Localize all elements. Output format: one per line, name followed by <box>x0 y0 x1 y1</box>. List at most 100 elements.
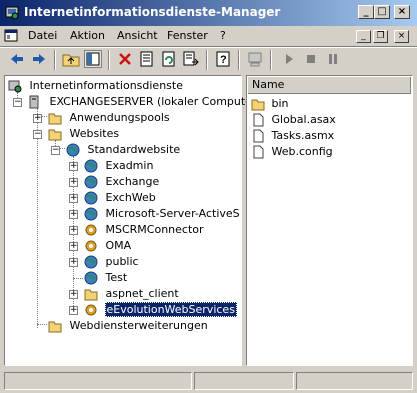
toolbar-separator <box>108 50 110 70</box>
tree-item-default-site[interactable]: Standardwebsite <box>66 142 180 158</box>
tree-label: ExchWeb <box>105 191 156 204</box>
tree-item-eevolution[interactable]: eEvolutionWebServices <box>84 302 237 318</box>
expand-toggle[interactable]: + <box>69 226 78 235</box>
gear-icon <box>84 239 98 253</box>
expand-toggle[interactable]: + <box>33 114 42 123</box>
expand-toggle[interactable]: + <box>69 242 78 251</box>
up-folder-icon[interactable] <box>62 50 80 68</box>
tree-label-selected: eEvolutionWebServices <box>104 302 237 317</box>
expand-toggle[interactable]: + <box>69 210 78 219</box>
tree-item-app-pools[interactable]: Anwendungspools <box>48 110 170 126</box>
tree-label: MSCRMConnector <box>105 223 204 236</box>
globe-icon <box>84 255 98 269</box>
menu-aktion[interactable]: Aktion <box>70 29 105 42</box>
tree-item-mscrmconnector[interactable]: MSCRMConnector <box>84 222 204 238</box>
child-close-button[interactable]: × <box>394 30 409 43</box>
minimize-button[interactable]: _ <box>358 5 374 19</box>
folder-icon <box>251 97 265 111</box>
expand-toggle[interactable]: + <box>69 178 78 187</box>
gear-icon <box>84 303 98 317</box>
forward-arrow-icon[interactable] <box>30 50 48 68</box>
globe-icon <box>84 191 98 205</box>
list-item-label: Web.config <box>271 145 333 158</box>
expand-toggle[interactable]: + <box>69 162 78 171</box>
app-icon[interactable] <box>5 5 20 20</box>
toolbar-separator <box>270 50 272 70</box>
computer-icon[interactable] <box>246 50 264 68</box>
menu-fenster[interactable]: Fenster <box>167 29 208 42</box>
menu-datei[interactable]: Datei <box>28 29 57 42</box>
svg-text:?: ? <box>220 54 227 66</box>
tree-item-oma[interactable]: OMA <box>84 238 131 254</box>
tree-item-exadmin[interactable]: Exadmin <box>84 158 153 174</box>
tree-connector <box>37 108 38 328</box>
tree-item-extensions[interactable]: Webdiensterweiterungen <box>48 318 208 334</box>
list-item-label: Tasks.asmx <box>271 129 335 142</box>
tree-item-exchange[interactable]: Exchange <box>84 174 159 190</box>
menu-bar <box>0 26 417 47</box>
tree-label: Test <box>105 271 128 284</box>
list-item-label: bin <box>271 97 289 110</box>
list-item-label: Global.asax <box>271 113 336 126</box>
mmc-icon[interactable] <box>4 29 18 43</box>
status-cell <box>296 372 413 390</box>
tree-item-test[interactable]: Test <box>84 270 127 286</box>
tree-label-extensions: Webdiensterweiterungen <box>69 319 208 332</box>
collapse-toggle[interactable]: − <box>51 146 60 155</box>
tree-item-aspnet-client[interactable]: aspnet_client <box>84 286 179 302</box>
play-icon[interactable] <box>280 50 298 68</box>
expand-toggle[interactable]: + <box>69 290 78 299</box>
list-item[interactable]: bin <box>251 96 289 112</box>
tree-connector <box>73 278 83 279</box>
list-item[interactable]: Global.asax <box>251 112 336 128</box>
show-hide-tree-icon[interactable] <box>84 50 102 68</box>
tree-item-root[interactable]: Internetinformationsdienste <box>8 78 183 94</box>
menu-ansicht[interactable]: Ansicht <box>117 29 158 42</box>
status-cell <box>194 372 294 390</box>
expand-toggle[interactable]: + <box>69 306 78 315</box>
tree-item-activesync[interactable]: Microsoft-Server-ActiveSync <box>84 206 240 222</box>
tree-label: OMA <box>105 239 132 252</box>
globe-icon <box>84 159 98 173</box>
expand-toggle[interactable]: + <box>69 194 78 203</box>
file-icon <box>251 113 265 127</box>
tree-item-websites[interactable]: Websites <box>48 126 119 142</box>
close-button[interactable]: × <box>394 5 410 19</box>
refresh-icon[interactable] <box>160 50 178 68</box>
maximize-button[interactable]: □ <box>374 5 390 19</box>
list-item[interactable]: Tasks.asmx <box>251 128 334 144</box>
globe-icon <box>84 175 98 189</box>
tree-label: Exadmin <box>105 159 154 172</box>
export-list-icon[interactable] <box>182 50 200 68</box>
file-icon <box>251 129 265 143</box>
child-minimize-button[interactable]: _ <box>356 30 371 43</box>
tree-label-server: EXCHANGESERVER (lokaler Computer) <box>49 95 261 108</box>
collapse-toggle[interactable]: − <box>33 130 42 139</box>
menu-help[interactable]: ? <box>220 29 226 42</box>
tree-label: Microsoft-Server-ActiveSync <box>105 207 241 220</box>
delete-icon[interactable] <box>116 50 134 68</box>
tree-connector <box>37 324 47 325</box>
tree-label: public <box>105 255 139 268</box>
tree-label: Exchange <box>105 175 160 188</box>
pause-icon[interactable] <box>324 50 342 68</box>
stop-icon[interactable] <box>302 50 320 68</box>
collapse-toggle[interactable]: − <box>13 98 22 107</box>
gear-icon <box>84 223 98 237</box>
tree-label-websites: Websites <box>69 127 120 140</box>
back-arrow-icon[interactable] <box>8 50 26 68</box>
tree-item-exchweb[interactable]: ExchWeb <box>84 190 156 206</box>
column-header-name[interactable]: Name <box>248 77 411 94</box>
list-item[interactable]: Web.config <box>251 144 333 160</box>
expand-toggle[interactable]: + <box>69 258 78 267</box>
tree-item-server[interactable]: EXCHANGESERVER (lokaler Computer) <box>28 94 261 110</box>
child-restore-button[interactable]: ❐ <box>373 30 388 43</box>
help-icon[interactable]: ? <box>214 50 232 68</box>
tree-label-root: Internetinformationsdienste <box>29 79 183 92</box>
globe-icon <box>66 143 80 157</box>
toolbar-separator <box>206 50 208 70</box>
toolbar-separator <box>238 50 240 70</box>
tree-item-public[interactable]: public <box>84 254 139 270</box>
globe-icon <box>84 271 98 285</box>
properties-icon[interactable] <box>138 50 156 68</box>
